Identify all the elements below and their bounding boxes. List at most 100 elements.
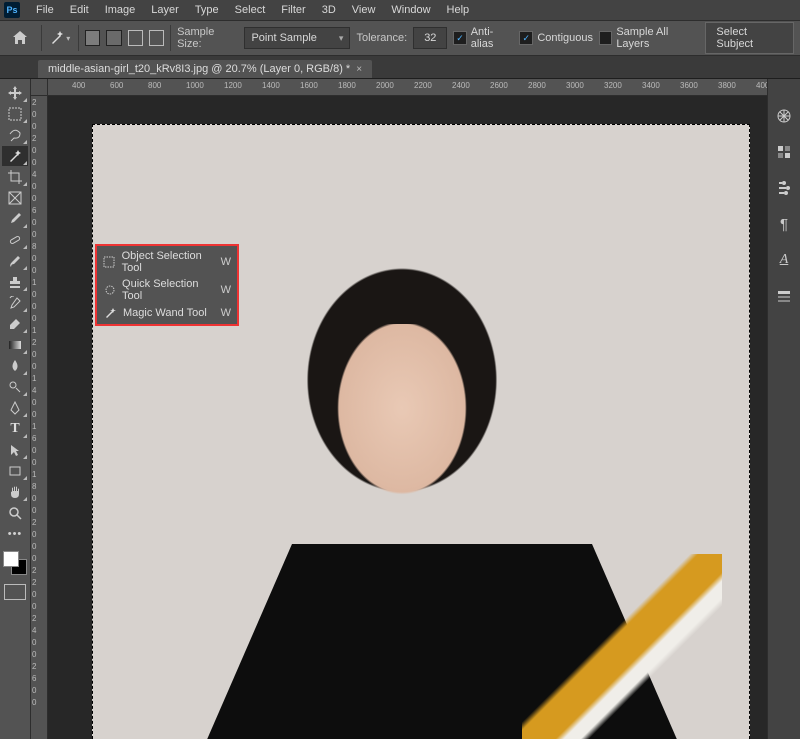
paragraph-panel-icon[interactable]: ¶	[775, 215, 793, 233]
add-selection-icon[interactable]	[106, 30, 121, 46]
ruler-tick: 0	[32, 266, 36, 275]
image-content	[522, 554, 722, 739]
color-swatches[interactable]	[3, 551, 27, 575]
dodge-icon	[8, 380, 22, 394]
hand-tool[interactable]	[2, 482, 28, 502]
menu-type[interactable]: Type	[187, 2, 227, 18]
flyout-magic-wand[interactable]: Magic Wand Tool W	[97, 304, 237, 322]
document-canvas[interactable]	[92, 124, 750, 739]
ruler-tick: 0	[32, 686, 36, 695]
menu-help[interactable]: Help	[439, 2, 478, 18]
ruler-tick: 0	[32, 494, 36, 503]
type-tool[interactable]: T	[2, 419, 28, 439]
ruler-tick: 1	[32, 470, 36, 479]
ruler-tick: 2800	[528, 81, 546, 90]
ruler-tick: 2000	[376, 81, 394, 90]
canvas-area[interactable]: Object Selection Tool W Quick Selection …	[48, 96, 767, 739]
right-panel-strip: ¶ A	[767, 79, 800, 739]
pen-tool[interactable]	[2, 398, 28, 418]
menu-layer[interactable]: Layer	[143, 2, 187, 18]
contiguous-label: Contiguous	[537, 32, 593, 44]
shape-tool[interactable]	[2, 461, 28, 481]
history-brush-tool[interactable]	[2, 293, 28, 313]
magic-wand-tool[interactable]	[2, 146, 28, 166]
eraser-icon	[8, 317, 22, 331]
ruler-horizontal[interactable]: 4006008001000120014001600180020002200240…	[48, 79, 767, 96]
character-panel-icon[interactable]: A	[775, 251, 793, 269]
frame-tool[interactable]	[2, 188, 28, 208]
ruler-tick: 4	[32, 386, 36, 395]
brush-tool[interactable]	[2, 251, 28, 271]
quick-selection-icon	[103, 283, 116, 297]
swatches-panel-icon[interactable]	[775, 143, 793, 161]
menu-window[interactable]: Window	[383, 2, 438, 18]
clone-stamp-tool[interactable]	[2, 272, 28, 292]
ruler-tick: 3400	[642, 81, 660, 90]
ruler-tick: 0	[32, 554, 36, 563]
intersect-selection-icon[interactable]	[149, 30, 164, 46]
edit-toolbar[interactable]: •••	[2, 524, 28, 544]
ruler-tick: 2	[32, 578, 36, 587]
screen-mode-toggle[interactable]	[4, 584, 26, 600]
flyout-object-selection[interactable]: Object Selection Tool W	[97, 248, 237, 276]
gradient-tool[interactable]	[2, 335, 28, 355]
flyout-shortcut: W	[221, 307, 231, 319]
color-panel-icon[interactable]	[775, 107, 793, 125]
menu-file[interactable]: File	[28, 2, 62, 18]
sample-size-dropdown[interactable]: Point Sample ▾	[244, 27, 350, 49]
menu-3d[interactable]: 3D	[314, 2, 344, 18]
menu-edit[interactable]: Edit	[62, 2, 97, 18]
ruler-tick: 3200	[604, 81, 622, 90]
path-selection-tool[interactable]	[2, 440, 28, 460]
anti-alias-checkbox[interactable]: ✓ Anti-alias	[453, 26, 513, 50]
ellipsis-icon: •••	[8, 528, 23, 540]
flyout-quick-selection[interactable]: Quick Selection Tool W	[97, 276, 237, 304]
sample-all-layers-checkbox[interactable]: ✓ Sample All Layers	[599, 26, 699, 50]
ruler-tick: 0	[32, 230, 36, 239]
marquee-tool[interactable]	[2, 104, 28, 124]
ruler-tick: 0	[32, 350, 36, 359]
zoom-tool[interactable]	[2, 503, 28, 523]
image-content	[317, 324, 487, 534]
menu-select[interactable]: Select	[227, 2, 274, 18]
separator	[170, 25, 171, 51]
eraser-tool[interactable]	[2, 314, 28, 334]
menu-image[interactable]: Image	[97, 2, 144, 18]
lasso-icon	[8, 128, 22, 142]
lasso-tool[interactable]	[2, 125, 28, 145]
ruler-tick: 1	[32, 422, 36, 431]
close-icon[interactable]: ×	[356, 64, 362, 75]
dodge-tool[interactable]	[2, 377, 28, 397]
arrow-cursor-icon	[8, 443, 22, 457]
ruler-tick: 1	[32, 326, 36, 335]
ruler-tick: 3600	[680, 81, 698, 90]
history-brush-icon	[8, 296, 22, 310]
eyedropper-tool[interactable]	[2, 209, 28, 229]
checkbox-checked-icon: ✓	[519, 31, 533, 45]
blur-tool[interactable]	[2, 356, 28, 376]
current-tool-icon[interactable]: ▾	[47, 28, 72, 48]
document-tab[interactable]: middle-asian-girl_t20_kRv8I3.jpg @ 20.7%…	[38, 60, 372, 78]
select-subject-button[interactable]: Select Subject	[705, 22, 794, 54]
crop-tool[interactable]	[2, 167, 28, 187]
menu-view[interactable]: View	[344, 2, 384, 18]
subtract-selection-icon[interactable]	[128, 30, 143, 46]
menu-filter[interactable]: Filter	[273, 2, 313, 18]
checkbox-unchecked-icon: ✓	[599, 31, 612, 45]
home-button[interactable]	[6, 25, 35, 51]
foreground-color-swatch[interactable]	[3, 551, 19, 567]
ruler-vertical[interactable]: 2002004006008001000120014001600180020002…	[31, 96, 48, 739]
adjustments-panel-icon[interactable]	[775, 179, 793, 197]
brush-icon	[8, 254, 22, 268]
magnifier-icon	[8, 506, 22, 520]
ruler-origin[interactable]	[31, 79, 48, 96]
properties-panel-icon[interactable]	[775, 287, 793, 305]
healing-brush-tool[interactable]	[2, 230, 28, 250]
new-selection-icon[interactable]	[85, 30, 100, 46]
tolerance-input[interactable]: 32	[413, 27, 447, 49]
contiguous-checkbox[interactable]: ✓ Contiguous	[519, 31, 593, 45]
move-tool[interactable]	[2, 83, 28, 103]
ruler-tick: 800	[148, 81, 161, 90]
stamp-icon	[8, 275, 22, 289]
canvas-wrap: 4006008001000120014001600180020002200240…	[31, 79, 767, 739]
